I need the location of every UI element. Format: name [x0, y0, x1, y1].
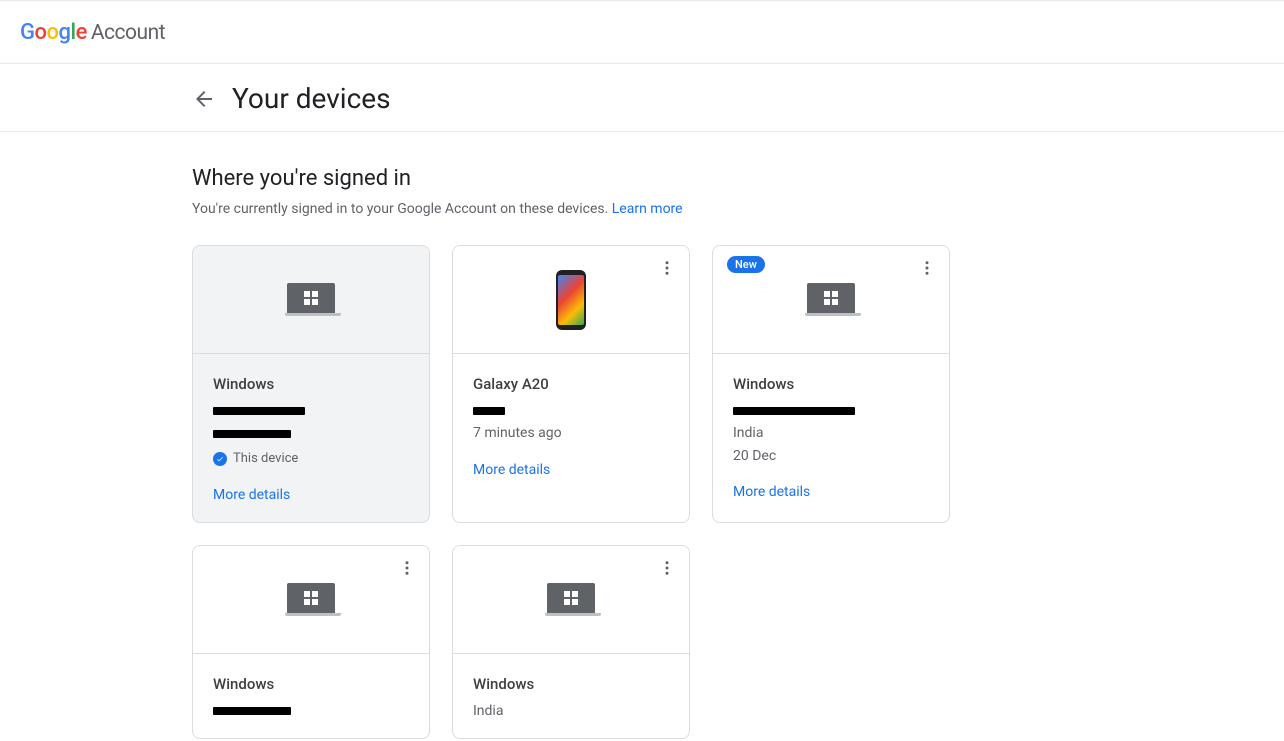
device-card-top: [453, 546, 689, 654]
device-info-line: India: [733, 422, 929, 444]
device-card[interactable]: Windows This device More details: [192, 245, 430, 523]
section-subtitle-text: You're currently signed in to your Googl…: [192, 201, 612, 217]
redacted-text: [733, 407, 855, 415]
device-grid: WindowsThis deviceMore detailsGalaxy A20…: [192, 245, 1092, 739]
section-subtitle: You're currently signed in to your Googl…: [192, 201, 1092, 217]
new-badge: New: [727, 256, 765, 273]
device-card-body: Windows This device More details: [193, 354, 429, 522]
more-menu-icon[interactable]: [395, 556, 419, 580]
device-name: Windows: [213, 672, 409, 696]
device-info-line: [213, 400, 409, 422]
device-info-line: 7 minutes ago: [473, 422, 669, 444]
more-details-link[interactable]: More details: [213, 484, 290, 506]
page-header: Your devices: [0, 64, 1284, 132]
device-info-line: 20 Dec: [733, 445, 929, 467]
device-card-body: Windows: [193, 654, 429, 738]
content-area: Where you're signed in You're currently …: [192, 132, 1092, 739]
laptop-icon: [805, 283, 857, 316]
more-menu-icon[interactable]: [655, 556, 679, 580]
device-info-line: [213, 700, 409, 722]
device-info-line: [213, 422, 409, 444]
device-name: Windows: [733, 372, 929, 396]
learn-more-link[interactable]: Learn more: [612, 201, 683, 217]
device-info-line: [733, 400, 929, 422]
section-title: Where you're signed in: [192, 166, 1092, 191]
redacted-text: [473, 407, 505, 415]
check-badge-icon: [213, 452, 227, 466]
device-card-top: [193, 246, 429, 354]
device-name: Windows: [473, 672, 669, 696]
this-device-label: This device: [233, 449, 298, 470]
more-menu-icon[interactable]: [915, 256, 939, 280]
laptop-icon: [285, 283, 337, 316]
this-device-indicator: This device: [213, 449, 409, 470]
brand-account-label: Account: [91, 21, 165, 45]
laptop-icon: [545, 583, 597, 616]
redacted-text: [213, 407, 305, 415]
device-card-top: [193, 546, 429, 654]
back-arrow-icon[interactable]: [192, 87, 216, 111]
device-card-body: Windows India20 Dec More details: [713, 354, 949, 522]
device-info-line: India: [473, 700, 669, 722]
device-card[interactable]: New Windows India20 Dec More details: [712, 245, 950, 523]
laptop-icon: [285, 583, 337, 616]
device-name: Windows: [213, 372, 409, 396]
redacted-text: [213, 430, 291, 438]
device-card[interactable]: Windows India: [452, 545, 690, 739]
device-card[interactable]: Galaxy A20 7 minutes ago More details: [452, 245, 690, 523]
device-card-top: New: [713, 246, 949, 354]
more-details-link[interactable]: More details: [733, 481, 810, 503]
redacted-text: [213, 707, 291, 715]
phone-icon: [556, 270, 586, 330]
device-card-body: Galaxy A20 7 minutes ago More details: [453, 354, 689, 522]
device-info-line: [473, 400, 669, 422]
more-details-link[interactable]: More details: [473, 459, 550, 481]
google-logo: Google Account: [20, 20, 165, 45]
device-card-body: Windows India: [453, 654, 689, 738]
device-name: Galaxy A20: [473, 372, 669, 396]
page-title: Your devices: [232, 82, 391, 115]
device-card[interactable]: Windows: [192, 545, 430, 739]
top-bar: Google Account: [0, 0, 1284, 64]
more-menu-icon[interactable]: [655, 256, 679, 280]
device-card-top: [453, 246, 689, 354]
